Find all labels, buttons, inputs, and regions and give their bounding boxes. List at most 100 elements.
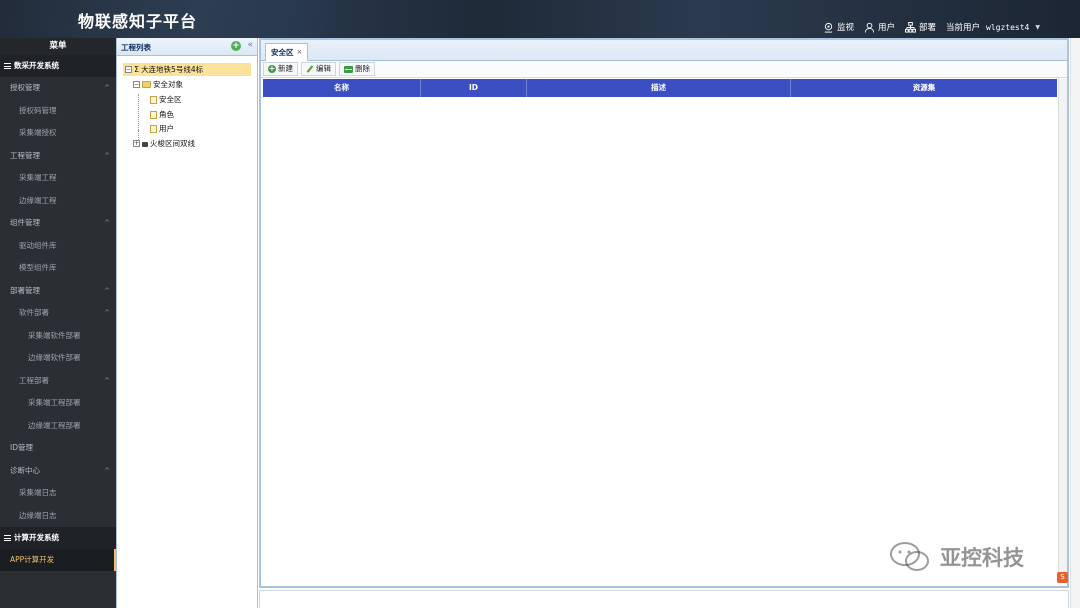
file-icon [150, 124, 157, 133]
sidebar-item-label: 部署管理 [10, 285, 40, 295]
nav-monitor-label: 监视 [836, 23, 854, 33]
nav-monitor[interactable]: 监视 [823, 21, 854, 33]
sidebar-item-label: 边缘端日志 [19, 510, 57, 520]
close-icon[interactable]: × [297, 44, 303, 61]
sidebar-item-label: 授权码管理 [19, 105, 57, 115]
list-icon [4, 535, 11, 541]
pencil-icon [306, 65, 314, 73]
sidebar-section-compute-dev[interactable]: 计算开发系统 [0, 527, 116, 549]
bottom-panel [259, 590, 1069, 608]
tree-guide-line [138, 94, 139, 130]
nav-user-label: 用户 [877, 23, 895, 33]
current-user-label: 当前用户 [946, 23, 981, 33]
new-button-label: 新建 [278, 64, 293, 73]
sidebar-item-label: APP计算开发 [10, 555, 55, 564]
top-header: 物联感知子平台 监视 用户 部署 当前用户 wlgztest4 ▼ [0, 0, 1080, 38]
sidebar-item-collector-sw-deploy[interactable]: 采集端软件部署 [0, 325, 116, 348]
delete-button[interactable]: 删除 [339, 62, 375, 76]
lock-icon [142, 142, 148, 147]
sidebar-item-edge-proj-deploy[interactable]: 边缘端工程部署 [0, 415, 116, 438]
tree-panel-title: 工程列表 [121, 43, 151, 52]
sidebar-title: 菜单 [0, 38, 116, 55]
tab-security-zone[interactable]: 安全区 × [265, 43, 309, 61]
org-chart-icon [904, 21, 916, 33]
expand-toggle-icon[interactable]: + [133, 140, 140, 147]
column-header-description[interactable]: 描述 [527, 79, 791, 97]
watermark-text: 亚控科技 [940, 546, 1024, 570]
tree-node-role[interactable]: 角色 [150, 108, 174, 121]
sidebar-item-collector-auth[interactable]: 采集端授权 [0, 122, 116, 145]
collapse-toggle-icon[interactable]: − [125, 66, 132, 73]
tree-node-label: 安全区 [159, 95, 182, 104]
sidebar-section-label: 数采开发系统 [14, 61, 59, 70]
grid-scrollbar[interactable] [1058, 79, 1067, 582]
chevron-down-icon: ▼ [1035, 23, 1040, 31]
page-scrollbar[interactable] [1070, 38, 1080, 608]
tree-node-label: 角色 [159, 110, 174, 119]
tree-node-root[interactable]: − Σ 大连地铁5号线4标 [123, 63, 251, 76]
delete-button-label: 删除 [355, 64, 370, 73]
sidebar-item-app-compute-dev[interactable]: APP计算开发 [0, 549, 116, 571]
sidebar-item-component-mgmt[interactable]: 组件管理 ^ [0, 212, 116, 235]
column-header-id[interactable]: ID [421, 79, 527, 97]
sidebar-item-project-mgmt[interactable]: 工程管理 ^ [0, 145, 116, 168]
sidebar-item-driver-lib[interactable]: 驱动组件库 [0, 235, 116, 258]
edit-button[interactable]: 编辑 [301, 62, 336, 76]
sidebar-item-model-lib[interactable]: 模型组件库 [0, 257, 116, 280]
sidebar-item-id-mgmt[interactable]: ID管理 [0, 437, 116, 460]
monitor-pin-icon [824, 22, 833, 33]
tree-node-label: 火梭区间双线 [150, 139, 195, 148]
sidebar-item-edge-sw-deploy[interactable]: 边缘端软件部署 [0, 347, 116, 370]
tree-node-second-root[interactable]: + 火梭区间双线 [133, 137, 195, 150]
sidebar-item-edge-project[interactable]: 边缘端工程 [0, 190, 116, 213]
chevron-up-icon: ^ [104, 309, 110, 317]
header-nav: 监视 用户 部署 当前用户 wlgztest4 ▼ [823, 21, 1040, 33]
sidebar-item-label: 采集端日志 [19, 488, 57, 497]
watermark: 亚控科技 [888, 540, 1024, 574]
minus-icon [344, 65, 353, 73]
new-button[interactable]: + 新建 [263, 62, 298, 76]
tree-node-security-objects[interactable]: − 安全对象 [133, 78, 183, 91]
edit-button-label: 编辑 [316, 64, 331, 73]
tree-node-label: 大连地铁5号线4标 [141, 65, 204, 74]
sidebar-item-project-deploy[interactable]: 工程部署 ^ [0, 370, 116, 393]
wechat-icon [890, 542, 929, 571]
sidebar-item-edge-log[interactable]: 边缘端日志 [0, 505, 116, 528]
sidebar-item-label: ID管理 [10, 443, 33, 452]
project-tree-panel: 工程列表 + « − Σ 大连地铁5号线4标 − 安全对象 安全区 角色 用户 … [116, 38, 258, 608]
toolbar: + 新建 编辑 删除 [261, 61, 1067, 78]
sidebar-item-auth-mgmt[interactable]: 授权管理 ^ [0, 77, 116, 100]
collapse-panel-icon[interactable]: « [247, 40, 253, 50]
sidebar-menu: 菜单 数采开发系统 授权管理 ^ 授权码管理 采集端授权 工程管理 ^ 采集端工程 … [0, 38, 116, 608]
collapse-toggle-icon[interactable]: − [133, 81, 140, 88]
sidebar-item-collector-log[interactable]: 采集端日志 [0, 482, 116, 505]
sidebar-item-auth-code-mgmt[interactable]: 授权码管理 [0, 100, 116, 123]
sidebar-item-label: 工程部署 [19, 375, 49, 385]
app-title: 物联感知子平台 [78, 12, 198, 31]
sidebar-item-collector-proj-deploy[interactable]: 采集端工程部署 [0, 392, 116, 415]
sidebar-item-software-deploy[interactable]: 软件部署 ^ [0, 302, 116, 325]
chevron-up-icon: ^ [104, 286, 110, 295]
sidebar-item-label: 采集端软件部署 [28, 330, 81, 340]
folder-icon [142, 81, 151, 88]
data-grid: 名称 ID 描述 资源集 [263, 79, 1057, 97]
tree-node-user[interactable]: 用户 [150, 122, 174, 135]
column-header-name[interactable]: 名称 [263, 79, 421, 97]
sidebar-item-diag-center[interactable]: 诊断中心 ^ [0, 460, 116, 483]
sidebar-item-deploy-mgmt[interactable]: 部署管理 ^ [0, 280, 116, 303]
column-header-resource-set[interactable]: 资源集 [791, 79, 1057, 97]
current-user-menu[interactable]: 当前用户 wlgztest4 ▼ [946, 21, 1040, 34]
sidebar-item-label: 采集端工程 [19, 173, 57, 182]
add-icon: + [268, 64, 276, 73]
sidebar-item-collector-project[interactable]: 采集端工程 [0, 167, 116, 190]
nav-user[interactable]: 用户 [864, 21, 895, 33]
chevron-up-icon: ^ [104, 84, 110, 92]
tree-node-label: 安全对象 [153, 80, 183, 89]
sidebar-item-label: 诊断中心 [10, 465, 40, 475]
add-project-icon[interactable]: + [231, 41, 241, 51]
chevron-up-icon: ^ [104, 466, 110, 475]
sidebar-section-data-dev[interactable]: 数采开发系统 [0, 55, 116, 77]
nav-deploy[interactable]: 部署 [904, 21, 936, 33]
tree-node-security-zone[interactable]: 安全区 [150, 93, 182, 106]
tree-node-label: 用户 [159, 124, 174, 133]
